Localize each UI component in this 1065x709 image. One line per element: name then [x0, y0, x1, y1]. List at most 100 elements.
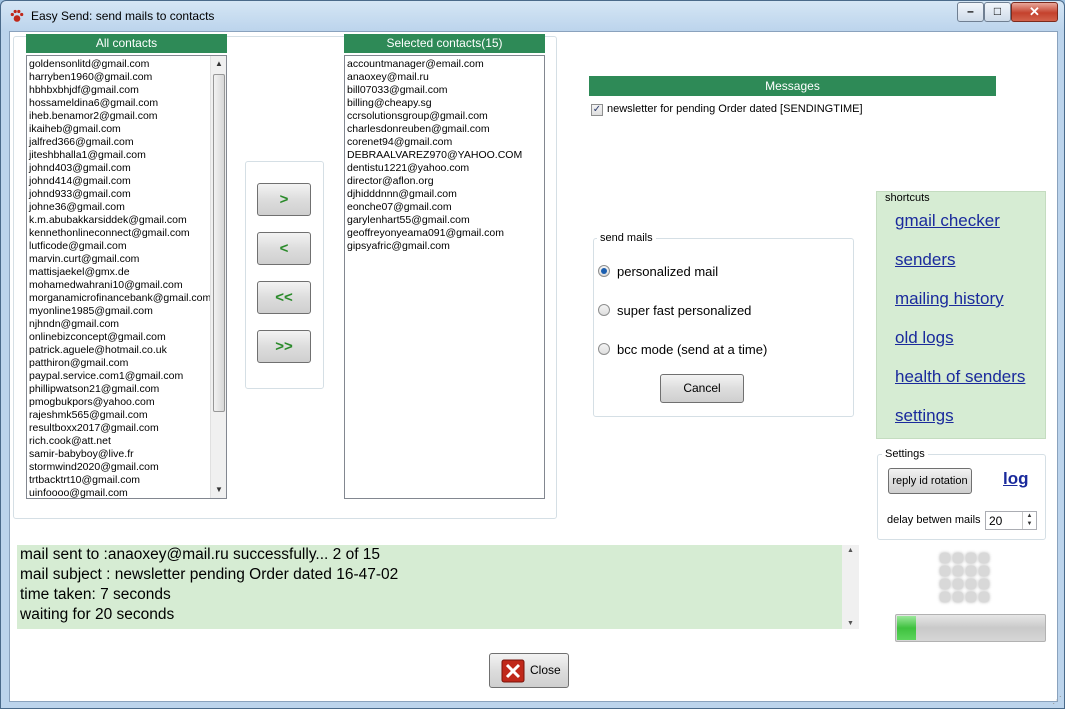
all-contacts-list[interactable]: goldensonlitd@gmail.com harryben1960@gmai…	[26, 55, 227, 499]
contact-list-item[interactable]: k.m.abubakkarsiddek@gmail.com	[27, 214, 212, 227]
contact-list-item[interactable]: njhndn@gmail.com	[27, 318, 212, 331]
scroll-up-icon[interactable]: ▲	[842, 547, 859, 554]
contact-list-item[interactable]: morganamicrofinancebank@gmail.com	[27, 292, 212, 305]
spin-down-icon[interactable]: ▼	[1023, 520, 1036, 528]
contact-list-item[interactable]: uinfoooo@gmail.com	[27, 487, 212, 498]
add-all-button[interactable]: >>	[257, 330, 311, 363]
scroll-up-icon[interactable]: ▲	[211, 56, 226, 72]
contact-list-item[interactable]: phillipwatson21@gmail.com	[27, 383, 212, 396]
contact-list-item[interactable]: marvin.curt@gmail.com	[27, 253, 212, 266]
all-contacts-scrollbar[interactable]: ▲ ▼	[210, 56, 226, 498]
contact-list-item[interactable]: patrick.aguele@hotmail.co.uk	[27, 344, 212, 357]
contact-list-item[interactable]: corenet94@gmail.com	[345, 136, 544, 149]
status-log[interactable]: mail sent to :anaoxey@mail.ru successful…	[17, 545, 859, 629]
contact-list-item[interactable]: jiteshbhalla1@gmail.com	[27, 149, 212, 162]
contact-list-item[interactable]: jalfred366@gmail.com	[27, 136, 212, 149]
progress-fill	[897, 616, 917, 640]
cancel-button[interactable]: Cancel	[660, 374, 744, 403]
personalized-mail-label[interactable]: personalized mail	[617, 264, 718, 279]
contact-list-item[interactable]: anaoxey@mail.ru	[345, 71, 544, 84]
senders-link[interactable]: senders	[895, 250, 955, 270]
contact-list-item[interactable]: kennethonlineconnect@gmail.com	[27, 227, 212, 240]
contact-list-item[interactable]: accountmanager@email.com	[345, 58, 544, 71]
contact-list-item[interactable]: rajeshmk565@gmail.com	[27, 409, 212, 422]
contact-list-item[interactable]: garylenhart55@gmail.com	[345, 214, 544, 227]
minimize-button[interactable]: –	[957, 2, 984, 22]
contact-list-item[interactable]: trtbacktrt10@gmail.com	[27, 474, 212, 487]
contact-list-item[interactable]: johnd403@gmail.com	[27, 162, 212, 175]
contact-list-item[interactable]: pmogbukpors@yahoo.com	[27, 396, 212, 409]
delay-value[interactable]: 20	[989, 514, 1002, 528]
contact-list-item[interactable]: iheb.benamor2@gmail.com	[27, 110, 212, 123]
contact-list-item[interactable]: hossameldina6@gmail.com	[27, 97, 212, 110]
contact-list-item[interactable]: djhidddnnn@gmail.com	[345, 188, 544, 201]
mailing-history-link[interactable]: mailing history	[895, 289, 1004, 309]
bcc-mode-label[interactable]: bcc mode (send at a time)	[617, 342, 767, 357]
spin-up-icon[interactable]: ▲	[1023, 512, 1036, 520]
contact-list-item[interactable]: mohamedwahrani10@gmail.com	[27, 279, 212, 292]
contact-list-item[interactable]: billing@cheapy.sg	[345, 97, 544, 110]
contact-list-item[interactable]: johne36@gmail.com	[27, 201, 212, 214]
contact-list-item[interactable]: paypal.service.com1@gmail.com	[27, 370, 212, 383]
contact-list-item[interactable]: dentistu1221@yahoo.com	[345, 162, 544, 175]
scroll-down-icon[interactable]: ▼	[211, 482, 226, 498]
reply-id-rotation-button[interactable]: reply id rotation	[888, 468, 972, 494]
contact-list-item[interactable]: goldensonlitd@gmail.com	[27, 58, 212, 71]
window-close-button[interactable]: ✕	[1011, 2, 1058, 22]
contact-list-item[interactable]: resultboxx2017@gmail.com	[27, 422, 212, 435]
contact-list-item[interactable]: johnd933@gmail.com	[27, 188, 212, 201]
add-selected-button[interactable]: >	[257, 183, 311, 216]
contact-list-item[interactable]: patthiron@gmail.com	[27, 357, 212, 370]
checkmark-icon: ✓	[592, 104, 602, 115]
contact-list-item[interactable]: ccrsolutionsgroup@gmail.com	[345, 110, 544, 123]
close-button[interactable]: Close	[489, 653, 569, 688]
contact-list-item[interactable]: gipsyafric@gmail.com	[345, 240, 544, 253]
contact-list-item[interactable]: lutficode@gmail.com	[27, 240, 212, 253]
log-link[interactable]: log	[1003, 469, 1029, 489]
contact-list-item[interactable]: bill07033@gmail.com	[345, 84, 544, 97]
contact-list-item[interactable]: harryben1960@gmail.com	[27, 71, 212, 84]
contact-list-item[interactable]: myonline1985@gmail.com	[27, 305, 212, 318]
message-label[interactable]: newsletter for pending Order dated [SEND…	[607, 103, 863, 115]
old-logs-link[interactable]: old logs	[895, 328, 954, 348]
super-fast-radio[interactable]	[598, 304, 610, 316]
scrollbar-thumb[interactable]	[213, 74, 225, 412]
log-line: mail subject : newsletter pending Order …	[20, 566, 399, 583]
delay-label: delay betwen mails	[887, 514, 981, 526]
contact-list-item[interactable]: geoffreyonyeama091@gmail.com	[345, 227, 544, 240]
resize-grip-icon[interactable]: ⋰	[1052, 695, 1062, 706]
contact-list-item[interactable]: director@aflon.org	[345, 175, 544, 188]
contact-list-item[interactable]: onlinebizconcept@gmail.com	[27, 331, 212, 344]
delay-spinner-buttons[interactable]: ▲ ▼	[1022, 512, 1036, 529]
bcc-mode-radio[interactable]	[598, 343, 610, 355]
personalized-mail-radio[interactable]	[598, 265, 610, 277]
close-button-label: Close	[530, 663, 561, 677]
contact-list-item[interactable]: charlesdonreuben@gmail.com	[345, 123, 544, 136]
window-title: Easy Send: send mails to contacts	[31, 9, 215, 23]
log-scrollbar[interactable]: ▲ ▼	[842, 545, 859, 629]
contact-list-item[interactable]: DEBRAALVAREZ970@YAHOO.COM	[345, 149, 544, 162]
contact-list-item[interactable]: johnd414@gmail.com	[27, 175, 212, 188]
contact-list-item[interactable]: hbhbxbhjdf@gmail.com	[27, 84, 212, 97]
contact-list-item[interactable]: eonche07@gmail.com	[345, 201, 544, 214]
contact-list-item[interactable]: ikaiheb@gmail.com	[27, 123, 212, 136]
maximize-button[interactable]: □	[984, 2, 1011, 22]
contact-list-item[interactable]: stormwind2020@gmail.com	[27, 461, 212, 474]
scroll-down-icon[interactable]: ▼	[842, 620, 859, 627]
super-fast-label[interactable]: super fast personalized	[617, 303, 751, 318]
remove-all-button[interactable]: <<	[257, 281, 311, 314]
all-contacts-header: All contacts	[26, 34, 227, 53]
contact-list-item[interactable]: mattisjaekel@gmx.de	[27, 266, 212, 279]
gmail-checker-link[interactable]: gmail checker	[895, 211, 1000, 231]
health-of-senders-link[interactable]: health of senders	[895, 367, 1025, 387]
easy-send-window: Easy Send: send mails to contacts – □ ✕ …	[0, 0, 1065, 709]
delay-spinner[interactable]: 20 ▲ ▼	[985, 511, 1037, 530]
messages-header: Messages	[589, 76, 996, 96]
remove-selected-button[interactable]: <	[257, 232, 311, 265]
selected-contacts-list[interactable]: accountmanager@email.com anaoxey@mail.ru b…	[344, 55, 545, 499]
contact-list-item[interactable]: samir-babyboy@live.fr	[27, 448, 212, 461]
contact-list-item[interactable]: rich.cook@att.net	[27, 435, 212, 448]
settings-link[interactable]: settings	[895, 406, 954, 426]
title-bar[interactable]: Easy Send: send mails to contacts – □ ✕	[1, 1, 1064, 31]
message-checkbox[interactable]: ✓	[591, 104, 603, 116]
